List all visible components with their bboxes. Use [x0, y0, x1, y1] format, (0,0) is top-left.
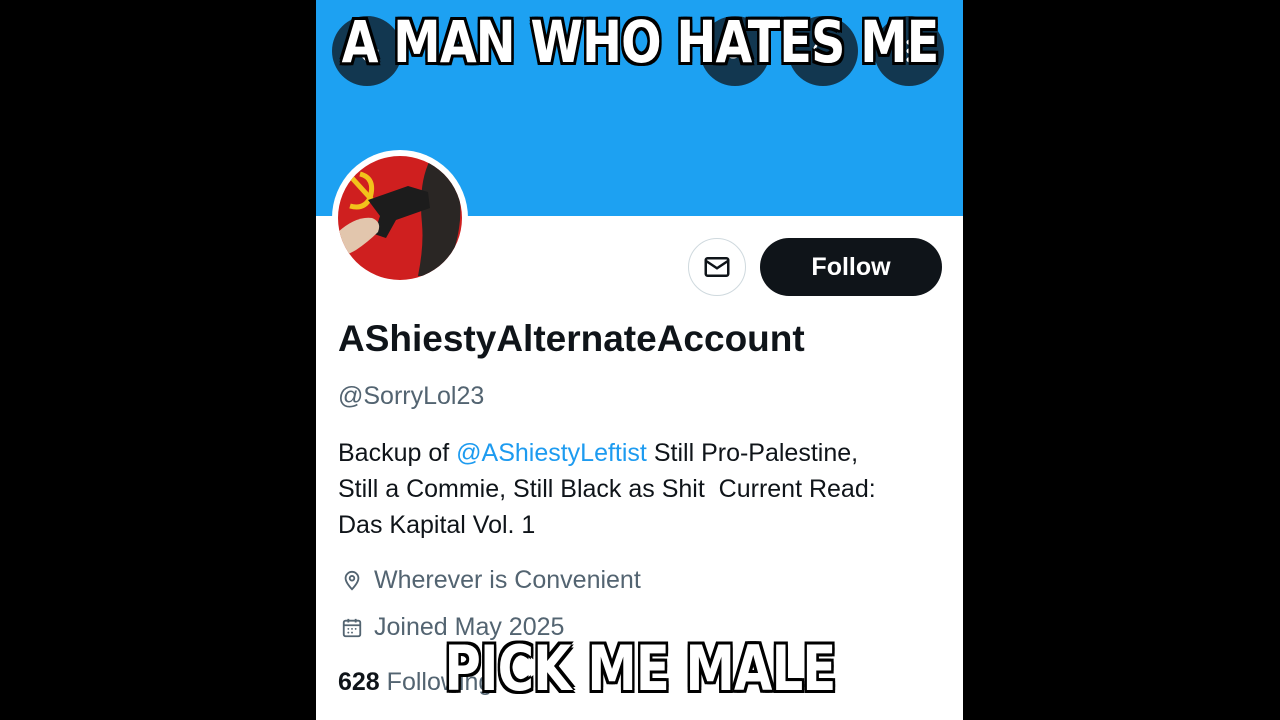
bio-line-2: Still a Commie, Still Black as Shit Curr…: [338, 475, 876, 503]
meme-caption-top: A MAN WHO HATES ME: [341, 8, 940, 76]
bio-line-3: Das Kapital Vol. 1: [338, 511, 536, 539]
envelope-icon: [704, 257, 730, 277]
bio-mention-link[interactable]: @AShiestyLeftist: [456, 439, 647, 467]
profile-display-name: AShiestyAlternateAccount: [338, 318, 805, 359]
location-text: Wherever is Convenient: [374, 566, 641, 594]
message-button[interactable]: [688, 238, 746, 296]
avatar-image: [338, 156, 462, 280]
location-pin-icon: [338, 567, 366, 595]
bio-line-1-rest: Still Pro-Palestine,: [646, 439, 859, 467]
profile-handle: @SorryLol23: [338, 382, 485, 410]
bio-line-1: Backup of @AShiestyLeftist Still Pro-Pal…: [338, 435, 943, 471]
profile-screen: Follow AShiestyAlternateAccount @SorryLo…: [316, 0, 963, 720]
meme-caption-bottom: PICK ME MALE: [444, 632, 836, 705]
avatar[interactable]: [332, 150, 468, 286]
bio-prefix: Backup of: [338, 439, 457, 467]
profile-bio: Backup of @AShiestyLeftist Still Pro-Pal…: [338, 435, 943, 543]
follow-button[interactable]: Follow: [760, 238, 942, 296]
profile-location: Wherever is Convenient: [338, 566, 641, 595]
